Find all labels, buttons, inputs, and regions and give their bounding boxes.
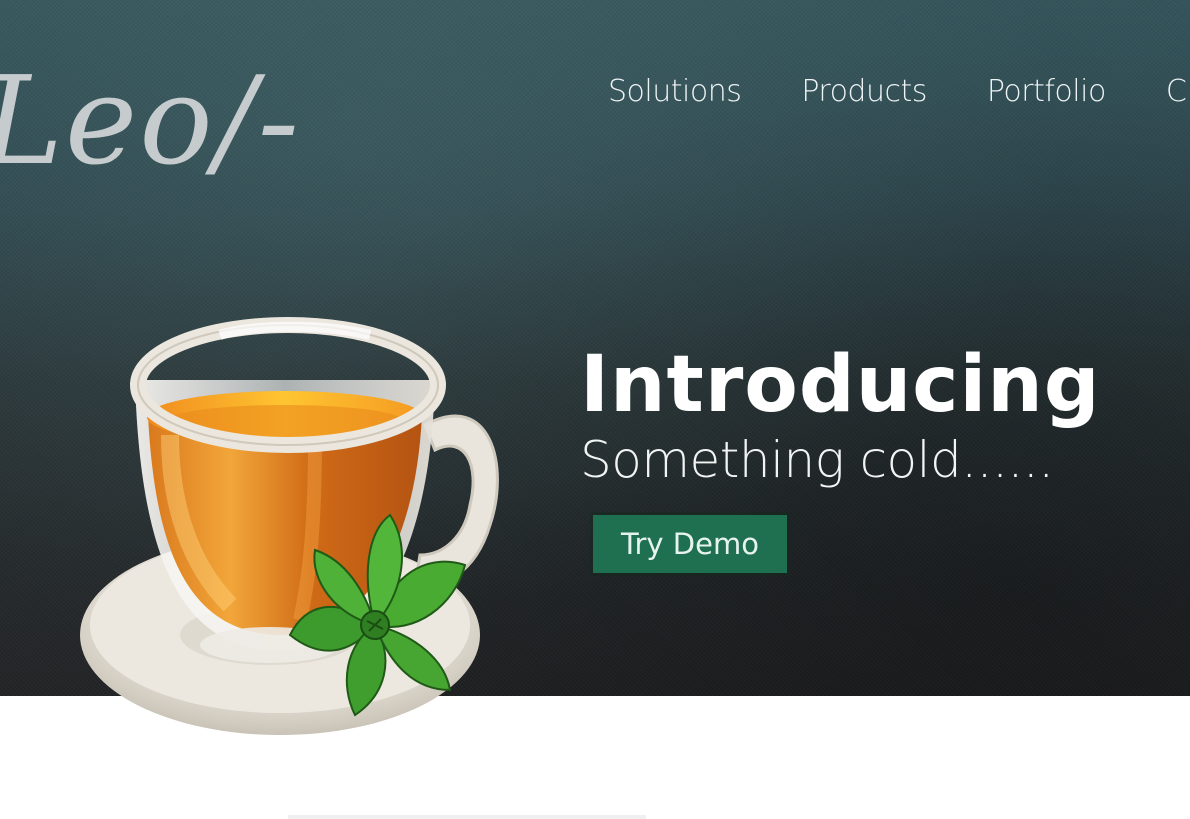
hero-title: Introducing xyxy=(580,340,1101,430)
try-demo-button[interactable]: Try Demo xyxy=(593,515,787,573)
content-divider xyxy=(288,815,646,819)
main-nav: Solutions Products Portfolio C xyxy=(608,73,1190,111)
nav-item-solutions[interactable]: Solutions xyxy=(608,73,742,111)
hero-subtitle: Something cold...... xyxy=(580,431,1054,489)
page: Leo/- Solutions Products Portfolio C Int… xyxy=(0,0,1190,819)
nav-item-partial-c[interactable]: C xyxy=(1166,73,1187,111)
teacup-with-mint-illustration xyxy=(80,317,499,735)
site-logo[interactable]: Leo/- xyxy=(0,60,301,182)
nav-item-portfolio[interactable]: Portfolio xyxy=(987,73,1106,111)
nav-item-products[interactable]: Products xyxy=(801,73,927,111)
